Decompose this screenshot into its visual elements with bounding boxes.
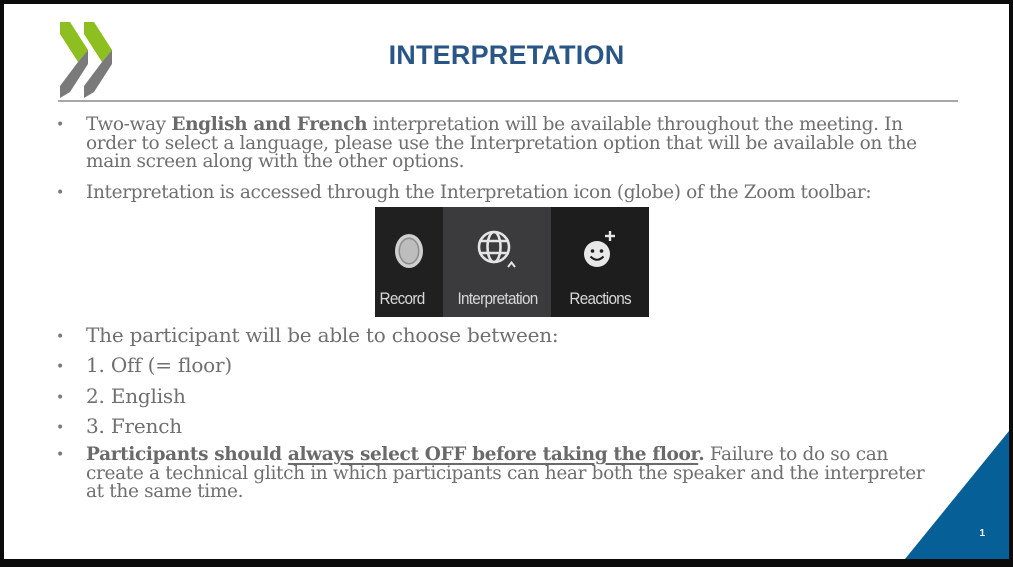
corner-triangle-decoration (905, 431, 1009, 559)
toolbar-label: Reactions (569, 289, 631, 308)
zoom-toolbar-image: Record Interpretation Reactions (375, 207, 649, 317)
record-icon (395, 234, 423, 268)
bullet-dot: • (56, 447, 65, 463)
bullet-dot: • (56, 185, 65, 201)
bullet-text: 3. French (86, 414, 182, 438)
bullet-text: The participant will be able to choose b… (86, 323, 559, 347)
bullet-choice-french: • 3. French (56, 414, 936, 438)
bullet-text: Two-way English and French interpretatio… (86, 114, 917, 172)
bullet-dot: • (56, 420, 65, 436)
toolbar-interpretation-button: Interpretation (443, 207, 551, 317)
bullet-languages: • Two-way English and French interpretat… (56, 114, 936, 172)
bullet-dot: • (56, 359, 65, 375)
toolbar-reactions-button: Reactions (551, 207, 649, 317)
slide: INTERPRETATION • Two-way English and Fre… (4, 4, 1009, 559)
caret-up-icon (507, 260, 516, 268)
bullet-warning: • Participants should always select OFF … (56, 444, 936, 502)
bullet-dot: • (56, 329, 65, 345)
bullet-access: • Interpretation is accessed through the… (56, 182, 936, 203)
toolbar-label: Record (379, 289, 426, 308)
smiley-plus-icon (584, 231, 615, 267)
bullet-text: Participants should always select OFF be… (86, 444, 925, 502)
bullet-text: Interpretation is accessed through the I… (86, 182, 872, 203)
bullet-choices-intro: • The participant will be able to choose… (56, 323, 936, 347)
toolbar-record-button: Record (375, 207, 443, 317)
title-divider (58, 100, 958, 102)
slide-title: INTERPRETATION (388, 40, 625, 70)
bullet-text: 1. Off (= floor) (86, 353, 232, 377)
bullet-choice-off: • 1. Off (= floor) (56, 353, 936, 377)
bullet-dot: • (56, 390, 65, 406)
toolbar-label: Interpretation (456, 289, 538, 308)
page-number: 1 (979, 528, 985, 539)
bullet-choice-english: • 2. English (56, 384, 936, 408)
bullet-text: 2. English (86, 384, 186, 408)
globe-icon (477, 230, 516, 268)
bullet-dot: • (56, 117, 65, 133)
